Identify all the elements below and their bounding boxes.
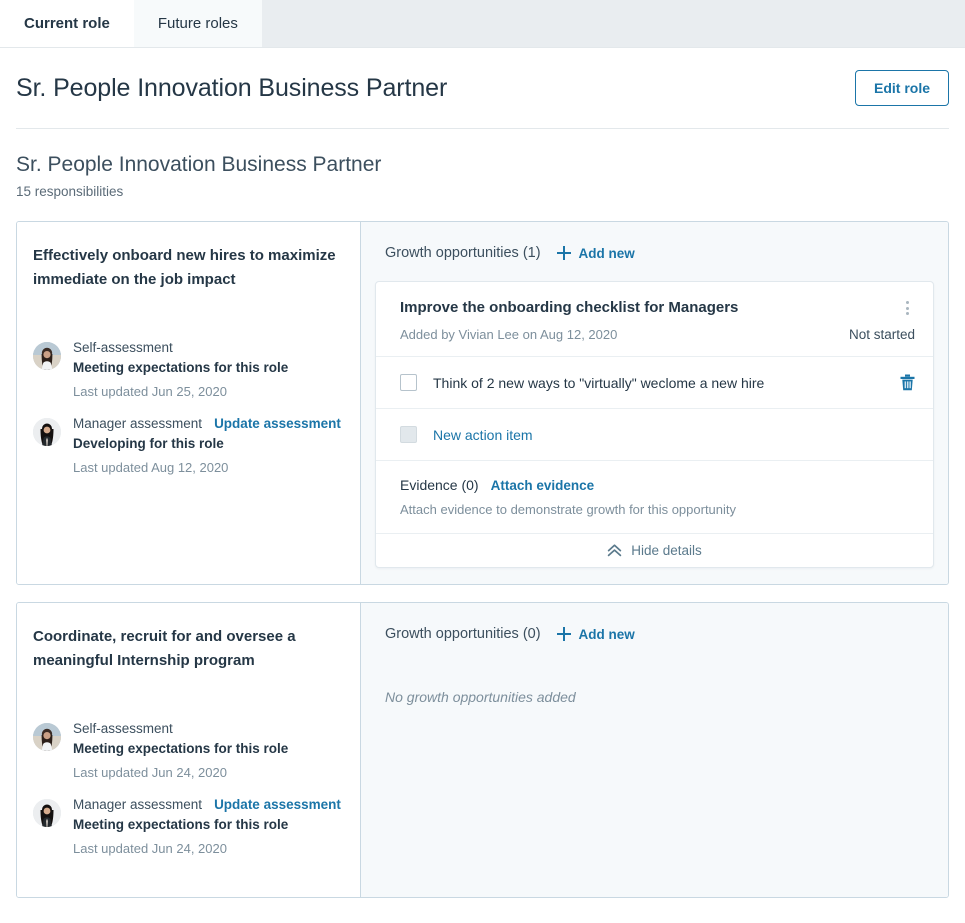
trash-icon — [900, 374, 915, 391]
action-item-row: Think of 2 new ways to "virtually" weclo… — [376, 357, 933, 409]
opportunity-card: Improve the onboarding checklist for Man… — [375, 281, 934, 568]
growth-opportunities-title: Growth opportunities (0) — [385, 626, 541, 642]
assessment-type: Self-assessment — [73, 721, 173, 736]
assessment-row: Manager assessment Update assessment Mee… — [33, 797, 344, 856]
responsibility-summary: Effectively onboard new hires to maximiz… — [17, 222, 361, 584]
avatar-self-icon — [33, 723, 61, 751]
responsibility-count: 15 responsibilities — [16, 184, 124, 199]
growth-opportunities-panel: Growth opportunities (1) Add new Improve… — [361, 222, 948, 584]
chevron-double-up-icon — [607, 544, 622, 557]
avatar-self-icon — [33, 342, 61, 370]
assessment-row: Manager assessment Update assessment Dev… — [33, 416, 344, 475]
status-badge: Not started — [848, 327, 915, 342]
responsibility-card: Effectively onboard new hires to maximiz… — [16, 221, 949, 585]
more-options-icon[interactable] — [899, 299, 915, 317]
avatar-manager-icon — [33, 799, 61, 827]
assessment-type: Manager assessment — [73, 797, 203, 812]
responsibility-summary: Coordinate, recruit for and oversee a me… — [17, 603, 361, 897]
action-item-label: Think of 2 new ways to "virtually" weclo… — [433, 374, 765, 391]
assessment-row: Self-assessment Meeting expectations for… — [33, 721, 344, 780]
update-assessment-link[interactable]: Update assessment — [214, 416, 341, 431]
opportunity-header: Improve the onboarding checklist for Man… — [376, 282, 933, 357]
evidence-label: Evidence (0) — [400, 477, 479, 493]
assessment-list: Self-assessment Meeting expectations for… — [33, 340, 344, 475]
assessment-level: Meeting expectations for this role — [73, 360, 289, 375]
tab-bar: Current role Future roles — [0, 0, 965, 48]
avatar-manager-icon — [33, 418, 61, 446]
responsibility-list: Effectively onboard new hires to maximiz… — [0, 199, 965, 898]
assessment-date: Last updated Aug 12, 2020 — [73, 460, 229, 475]
edit-role-button[interactable]: Edit role — [854, 70, 949, 106]
evidence-hint: Attach evidence to demonstrate growth fo… — [400, 502, 737, 517]
growth-opportunities-panel: Growth opportunities (0) Add new No grow… — [361, 603, 948, 897]
add-new-label: Add new — [578, 626, 635, 642]
page-title: Sr. People Innovation Business Partner — [16, 73, 448, 102]
new-action-item-checkbox — [400, 426, 417, 443]
attach-evidence-link[interactable]: Attach evidence — [491, 478, 595, 493]
growth-opportunities-header: Growth opportunities (1) Add new — [375, 240, 934, 266]
evidence-section: Evidence (0) Attach evidence Attach evid… — [376, 461, 933, 533]
assessment-list: Self-assessment Meeting expectations for… — [33, 721, 344, 856]
section-header: Sr. People Innovation Business Partner 1… — [0, 129, 965, 199]
assessment-date: Last updated Jun 25, 2020 — [73, 384, 227, 399]
new-action-item-row[interactable]: New action item — [376, 409, 933, 461]
update-assessment-link[interactable]: Update assessment — [214, 797, 341, 812]
opportunity-meta: Added by Vivian Lee on Aug 12, 2020 — [400, 327, 618, 342]
add-new-label: Add new — [578, 245, 635, 261]
tab-future-roles[interactable]: Future roles — [133, 0, 262, 47]
hide-details-label: Hide details — [631, 543, 702, 558]
plus-icon — [556, 627, 571, 641]
add-new-opportunity-button[interactable]: Add new — [556, 245, 635, 261]
delete-action-item-button[interactable] — [900, 374, 915, 391]
empty-state-message: No growth opportunities added — [385, 689, 576, 705]
growth-opportunities-header: Growth opportunities (0) Add new — [375, 621, 934, 647]
new-action-item-label[interactable]: New action item — [433, 427, 915, 443]
hide-details-button[interactable]: Hide details — [376, 533, 933, 567]
assessment-level: Meeting expectations for this role — [73, 741, 289, 756]
responsibility-name: Coordinate, recruit for and oversee a me… — [33, 628, 296, 669]
assessment-level: Developing for this role — [73, 436, 224, 451]
assessment-row: Self-assessment Meeting expectations for… — [33, 340, 344, 399]
responsibility-name: Effectively onboard new hires to maximiz… — [33, 247, 336, 288]
tab-current-role[interactable]: Current role — [0, 0, 134, 47]
responsibility-card: Coordinate, recruit for and oversee a me… — [16, 602, 949, 898]
section-title: Sr. People Innovation Business Partner — [16, 153, 382, 176]
opportunity-title: Improve the onboarding checklist for Man… — [400, 299, 739, 316]
assessment-level: Meeting expectations for this role — [73, 817, 289, 832]
plus-icon — [556, 246, 571, 260]
assessment-type: Self-assessment — [73, 340, 173, 355]
assessment-date: Last updated Jun 24, 2020 — [73, 765, 227, 780]
assessment-type: Manager assessment — [73, 416, 203, 431]
action-item-checkbox[interactable] — [400, 374, 417, 391]
assessment-date: Last updated Jun 24, 2020 — [73, 841, 227, 856]
add-new-opportunity-button[interactable]: Add new — [556, 626, 635, 642]
role-header: Sr. People Innovation Business Partner E… — [0, 48, 965, 106]
growth-opportunities-title: Growth opportunities (1) — [385, 245, 541, 261]
